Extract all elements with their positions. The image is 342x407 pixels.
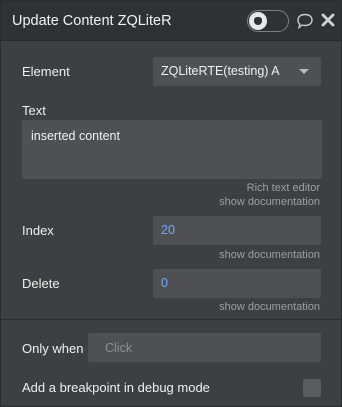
index-label: Index [22, 223, 54, 238]
text-input[interactable]: inserted content [22, 120, 322, 179]
debug-toggle[interactable] [247, 10, 289, 32]
delete-label: Delete [22, 276, 60, 291]
index-input[interactable]: 20 [153, 216, 321, 245]
only-when-input[interactable]: Click [88, 333, 321, 362]
element-label: Element [22, 64, 70, 79]
close-icon[interactable] [321, 13, 335, 27]
delete-input[interactable]: 0 [153, 269, 321, 298]
delete-show-documentation-link[interactable]: show documentation [219, 301, 320, 313]
panel-header[interactable]: Update Content ZQLiteR [1, 1, 341, 41]
text-input-value: inserted content [31, 129, 120, 143]
chevron-down-icon [299, 69, 309, 74]
comment-icon[interactable] [296, 13, 314, 29]
bug-icon [249, 12, 267, 30]
element-dropdown-value: ZQLiteRTE(testing) A [161, 64, 280, 78]
property-editor-panel: Update Content ZQLiteR Element ZQLiteRTE… [0, 0, 342, 407]
index-input-value: 20 [161, 223, 175, 237]
element-dropdown[interactable]: ZQLiteRTE(testing) A [153, 57, 321, 86]
text-label: Text [22, 103, 46, 118]
section-divider [1, 319, 341, 320]
only-when-placeholder: Click [105, 341, 133, 355]
delete-input-value: 0 [161, 276, 168, 290]
only-when-label: Only when [22, 341, 84, 356]
rich-text-editor-link[interactable]: Rich text editor [247, 182, 320, 194]
breakpoint-label: Add a breakpoint in debug mode [22, 380, 210, 395]
text-show-documentation-link[interactable]: show documentation [219, 196, 320, 208]
breakpoint-checkbox[interactable] [303, 379, 321, 397]
index-show-documentation-link[interactable]: show documentation [219, 249, 320, 261]
panel-title: Update Content ZQLiteR [12, 13, 172, 29]
